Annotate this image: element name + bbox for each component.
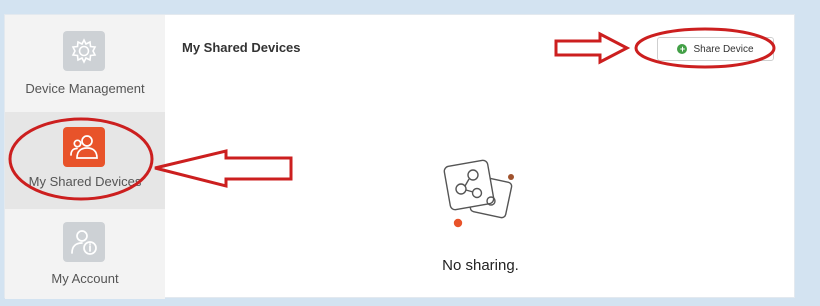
main-content: My Shared Devices + Share Device No shar… (165, 15, 796, 299)
share-nodes-icon (439, 157, 549, 237)
gear-icon (63, 31, 105, 71)
sidebar-item-device-management[interactable]: Device Management (5, 15, 165, 112)
sidebar-item-label: My Account (51, 271, 119, 286)
sidebar-item-my-account[interactable]: My Account (5, 209, 165, 306)
sidebar: Device Management My Shared Devices My A… (5, 15, 165, 299)
sidebar-item-label: Device Management (25, 81, 145, 96)
share-device-button[interactable]: + Share Device (657, 37, 774, 61)
sidebar-item-label: My Shared Devices (28, 174, 142, 189)
empty-state-text: No sharing. (442, 257, 519, 274)
page-title: My Shared Devices (182, 40, 301, 55)
content-panel: Device Management My Shared Devices My A… (4, 14, 796, 299)
plus-circle-icon: + (677, 44, 688, 54)
share-device-label: Share Device (693, 43, 754, 55)
sidebar-item-my-shared-devices[interactable]: My Shared Devices (5, 112, 165, 209)
users-icon (63, 127, 105, 167)
account-icon (63, 222, 105, 262)
